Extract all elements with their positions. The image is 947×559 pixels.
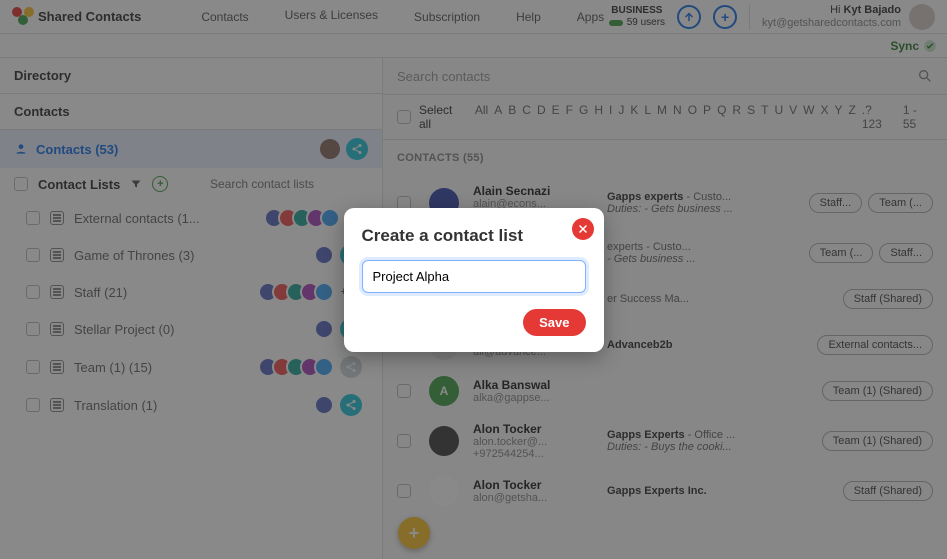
modal-close-button[interactable]: [572, 218, 594, 240]
close-icon: [577, 223, 589, 235]
create-list-modal: Create a contact list Save: [344, 208, 604, 352]
save-button[interactable]: Save: [523, 309, 585, 336]
modal-overlay: Create a contact list Save: [0, 0, 947, 559]
modal-title: Create a contact list: [362, 226, 586, 246]
list-name-input[interactable]: [362, 260, 586, 293]
